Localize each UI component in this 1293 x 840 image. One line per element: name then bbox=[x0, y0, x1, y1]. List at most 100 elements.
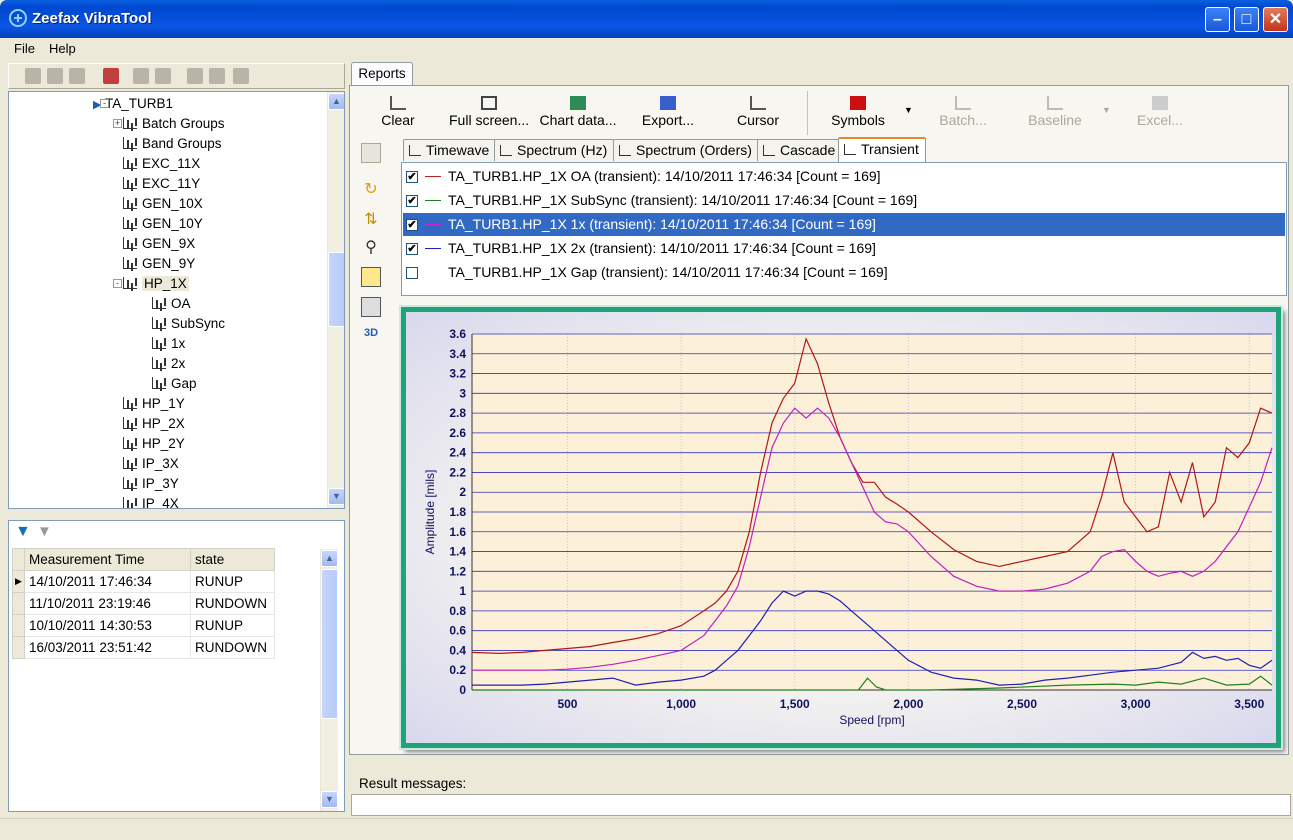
copy-icon[interactable] bbox=[361, 267, 381, 287]
result-messages-box[interactable] bbox=[351, 794, 1291, 816]
pointer-icon[interactable] bbox=[361, 143, 381, 163]
tab-spectrum-orders[interactable]: Spectrum (Orders) bbox=[613, 139, 759, 161]
scroll-up-icon[interactable]: ▲ bbox=[321, 550, 338, 567]
menu-file[interactable]: File bbox=[14, 41, 35, 56]
series-label: TA_TURB1.HP_1X OA (transient): 14/10/201… bbox=[448, 168, 881, 184]
title-bar[interactable]: Zeefax VibraTool – □ ✕ bbox=[0, 0, 1293, 38]
transient-chart[interactable]: 0 0.2 0.4 0.6 0.8 1 1.2 1.4 1.6 1.8 2 2.2 2.4 2.6 2.8 3… bbox=[401, 307, 1281, 748]
refresh-icon[interactable]: ↻ bbox=[361, 179, 381, 199]
tree-node-ip-4x[interactable]: IP_4X bbox=[123, 495, 179, 508]
collapse-icon[interactable]: - bbox=[113, 279, 122, 288]
table-row[interactable]: ▶ 14/10/2011 17:46:34 RUNUP bbox=[12, 570, 275, 593]
tree-toolbar bbox=[8, 63, 345, 89]
baseline-button[interactable]: Baseline bbox=[1028, 96, 1082, 136]
series-list[interactable]: ✔ TA_TURB1.HP_1X OA (transient): 14/10/20… bbox=[401, 162, 1287, 296]
export-button[interactable]: Export... bbox=[638, 96, 698, 136]
clear-filter-icon[interactable]: ▼ bbox=[37, 523, 52, 540]
tab-reports[interactable]: Reports bbox=[351, 62, 413, 86]
table-row[interactable]: 11/10/2011 23:19:46 RUNDOWN bbox=[12, 592, 275, 615]
tree-node-ip-3x[interactable]: IP_3X bbox=[123, 455, 179, 473]
scroll-thumb[interactable] bbox=[321, 569, 338, 719]
series-checkbox[interactable]: ✔ bbox=[406, 243, 418, 255]
tree-node-gen-10y[interactable]: GEN_10Y bbox=[123, 215, 203, 233]
series-row[interactable]: ✔ TA_TURB1.HP_1X 1x (transient): 14/10/20… bbox=[403, 213, 1285, 236]
add-node-icon[interactable] bbox=[25, 68, 41, 84]
tree-node-subsync[interactable]: SubSync bbox=[152, 315, 225, 333]
series-row[interactable]: ✔ TA_TURB1.HP_1X OA (transient): 14/10/20… bbox=[403, 165, 1285, 188]
report-icon[interactable] bbox=[187, 68, 203, 84]
fullscreen-button[interactable]: Full screen... bbox=[449, 96, 529, 136]
scroll-down-icon[interactable]: ▼ bbox=[328, 488, 344, 505]
scroll-up-icon[interactable]: ▲ bbox=[328, 93, 344, 110]
filter-icon[interactable]: ▼ bbox=[15, 523, 31, 541]
tab-timewave[interactable]: Timewave bbox=[403, 139, 497, 161]
tree-node-exc-11y[interactable]: EXC_11Y bbox=[123, 175, 200, 193]
tree-node-2x[interactable]: 2x bbox=[152, 355, 185, 373]
tree-node-gap[interactable]: Gap bbox=[152, 375, 197, 393]
tree-node-hp-2y[interactable]: HP_2Y bbox=[123, 435, 185, 453]
3d-button[interactable]: 3D bbox=[361, 327, 381, 347]
tab-spectrum-hz[interactable]: Spectrum (Hz) bbox=[494, 139, 615, 161]
y-tick-label: 1.2 bbox=[449, 564, 466, 578]
column-measurement-time[interactable]: Measurement Time bbox=[24, 548, 191, 571]
chart-tools: ↻ ⇅ ⚲ 3D bbox=[357, 139, 385, 755]
series-row[interactable]: TA_TURB1.HP_1X Gap (transient): 14/10/20… bbox=[403, 261, 1285, 284]
cursor-button[interactable]: Cursor bbox=[735, 96, 781, 136]
series-checkbox[interactable]: ✔ bbox=[406, 219, 418, 231]
tree-node-1x[interactable]: 1x bbox=[152, 335, 185, 353]
column-state[interactable]: state bbox=[190, 548, 275, 571]
clear-button[interactable]: Clear bbox=[380, 96, 416, 136]
print-icon[interactable] bbox=[361, 297, 381, 317]
tree-node-hp-1x[interactable]: HP_1X bbox=[123, 275, 189, 293]
symbols-dropdown-icon[interactable]: ▼ bbox=[904, 105, 913, 115]
table-row[interactable]: 10/10/2011 14:30:53 RUNUP bbox=[12, 614, 275, 637]
collapse-icon[interactable]: - bbox=[100, 99, 109, 108]
symbols-button[interactable]: Symbols bbox=[828, 96, 888, 136]
tab-transient[interactable]: Transient bbox=[838, 137, 926, 162]
chart-data-button[interactable]: Chart data... bbox=[538, 96, 618, 136]
edit-node-icon[interactable] bbox=[47, 68, 63, 84]
point-icon bbox=[123, 477, 137, 489]
tree-node-batch-groups[interactable]: Batch Groups bbox=[123, 115, 225, 133]
scroll-down-icon[interactable]: ▼ bbox=[321, 791, 338, 808]
tree-node-oa[interactable]: OA bbox=[152, 295, 191, 313]
properties-icon[interactable] bbox=[103, 68, 119, 84]
delete-node-icon[interactable] bbox=[69, 68, 85, 84]
maximize-button[interactable]: □ bbox=[1234, 7, 1259, 32]
graph-icon[interactable] bbox=[209, 68, 225, 84]
tab-cascade[interactable]: Cascade bbox=[757, 139, 843, 161]
close-button[interactable]: ✕ bbox=[1263, 7, 1288, 32]
tree-node-gen-10x[interactable]: GEN_10X bbox=[123, 195, 203, 213]
tree-node-gen-9y[interactable]: GEN_9Y bbox=[123, 255, 195, 273]
series-checkbox[interactable] bbox=[406, 267, 418, 279]
baseline-dropdown-icon[interactable]: ▼ bbox=[1102, 105, 1111, 115]
tree-scrollbar[interactable]: ▲ ▼ bbox=[327, 92, 344, 508]
expand-icon[interactable]: + bbox=[113, 119, 122, 128]
tree-node-gen-9x[interactable]: GEN_9X bbox=[123, 235, 195, 253]
export-icon[interactable] bbox=[155, 68, 171, 84]
machine-tree[interactable]: ▶ TA_TURB1 Batch Groups Band Groups EXC_1… bbox=[8, 91, 345, 509]
tree-node-ip-3y[interactable]: IP_3Y bbox=[123, 475, 179, 493]
series-checkbox[interactable]: ✔ bbox=[406, 195, 418, 207]
point-icon bbox=[123, 497, 137, 508]
tree-node-band-groups[interactable]: Band Groups bbox=[123, 135, 222, 153]
series-checkbox[interactable]: ✔ bbox=[406, 171, 418, 183]
series-color-swatch bbox=[425, 224, 441, 225]
autoscale-icon[interactable]: ⇅ bbox=[361, 209, 381, 229]
measurement-table[interactable]: Measurement Time state ▶ 14/10/2011 17:46… bbox=[12, 548, 275, 659]
batch-button[interactable]: Batch... bbox=[936, 96, 990, 136]
series-row[interactable]: ✔ TA_TURB1.HP_1X 2x (transient): 14/10/20… bbox=[403, 237, 1285, 260]
minimize-button[interactable]: – bbox=[1205, 7, 1230, 32]
tree-node-hp-2x[interactable]: HP_2X bbox=[123, 415, 185, 433]
import-icon[interactable] bbox=[133, 68, 149, 84]
measurement-scrollbar[interactable]: ▲ ▼ bbox=[320, 549, 338, 811]
scroll-thumb[interactable] bbox=[328, 252, 344, 327]
tree-node-exc-11x[interactable]: EXC_11X bbox=[123, 155, 200, 173]
menu-help[interactable]: Help bbox=[49, 41, 76, 56]
table-row[interactable]: 16/03/2011 23:51:42 RUNDOWN bbox=[12, 636, 275, 659]
tree-node-hp-1y[interactable]: HP_1Y bbox=[123, 395, 185, 413]
series-row[interactable]: ✔ TA_TURB1.HP_1X SubSync (transient): 14/… bbox=[403, 189, 1285, 212]
stop-icon[interactable] bbox=[233, 68, 249, 84]
zoom-icon[interactable]: ⚲ bbox=[361, 237, 381, 257]
excel-button[interactable]: Excel... bbox=[1136, 96, 1184, 136]
